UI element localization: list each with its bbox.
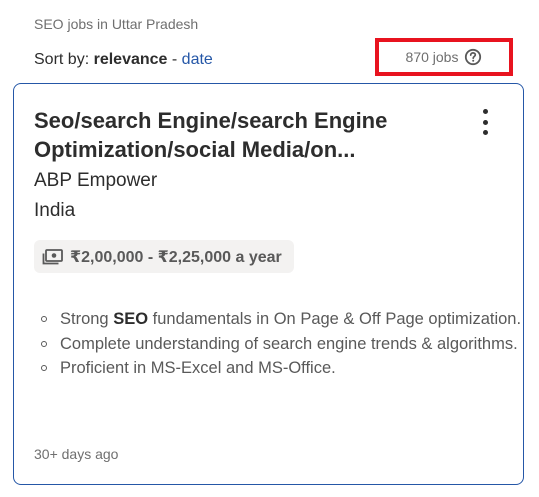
- job-count-highlight: 870 jobs: [375, 38, 513, 76]
- job-search-results: SEO jobs in Uttar Pradesh Sort by: relev…: [0, 0, 539, 497]
- salary-text: ₹2,00,000 - ₹2,25,000 a year: [70, 248, 282, 266]
- salary-badge: ₹2,00,000 - ₹2,25,000 a year: [34, 240, 294, 273]
- snippet-text: Strong: [60, 310, 114, 328]
- sort-prefix: Sort by:: [34, 51, 90, 68]
- snippet-text: fundamentals in On Page & Off Page optim…: [148, 310, 522, 328]
- sort-bar: Sort by: relevance - date: [34, 51, 213, 69]
- job-title[interactable]: Seo/search Engine/search Engine Optimiza…: [34, 106, 454, 164]
- sort-option-date[interactable]: date: [182, 51, 213, 68]
- job-card[interactable]: Seo/search Engine/search Engine Optimiza…: [13, 83, 524, 485]
- money-icon: [42, 248, 64, 266]
- job-location: India: [34, 200, 76, 221]
- job-snippet: Strong SEO fundamentals in On Page & Off…: [34, 307, 530, 381]
- posted-date: 30+ days ago: [34, 446, 119, 462]
- snippet-item: Strong SEO fundamentals in On Page & Off…: [41, 307, 530, 332]
- job-count: 870 jobs: [405, 49, 459, 65]
- job-title-line-1: Seo/search Engine/search Engine: [34, 108, 388, 133]
- company-name: ABP Empower: [34, 170, 158, 191]
- snippet-item: Proficient in MS-Excel and MS-Office.: [41, 356, 530, 381]
- snippet-item: Complete understanding of search engine …: [41, 332, 530, 357]
- breadcrumb: SEO jobs in Uttar Pradesh: [34, 16, 199, 32]
- job-title-line-2: Optimization/social Media/on...: [34, 137, 356, 162]
- snippet-keyword: SEO: [113, 310, 149, 328]
- sort-option-relevance: relevance: [93, 51, 168, 68]
- more-vertical-icon[interactable]: [474, 109, 496, 135]
- sort-separator: -: [171, 51, 178, 68]
- help-icon[interactable]: [464, 48, 482, 66]
